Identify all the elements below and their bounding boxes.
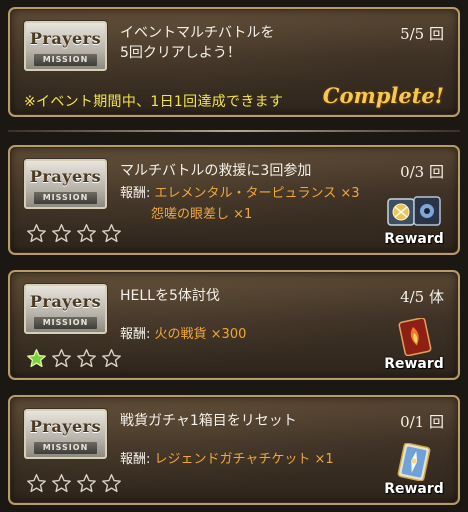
mission-card[interactable]: Prayers MISSION マルチバトルの救援に3回参加 0/3 回 報酬:…: [8, 145, 460, 255]
mission-card[interactable]: Prayers MISSION HELLを5体討伐 4/5 体 報酬: 火の戦貨…: [8, 270, 460, 380]
mission-badge: Prayers MISSION: [24, 284, 107, 334]
reward-item: 火の戦貨 ×300: [154, 327, 247, 342]
reward-button[interactable]: Reward: [382, 318, 446, 372]
reward-key: 報酬:: [120, 452, 151, 467]
complete-label: Complete!: [322, 83, 444, 108]
mission-list-screen: Prayers MISSION イベントマルチバトルを 5回クリアしよう！ 5/…: [0, 0, 468, 512]
reward-key: 報酬:: [120, 186, 151, 201]
star-empty-icon: [27, 224, 46, 243]
star-empty-icon: [77, 474, 96, 493]
mission-progress: 4/5 体: [400, 288, 444, 306]
star-empty-icon: [102, 349, 121, 368]
mission-title: イベントマルチバトルを 5回クリアしよう！: [120, 23, 370, 63]
element-orb-icon: [387, 196, 441, 226]
mission-badge: Prayers MISSION: [24, 159, 107, 209]
reward-line: 報酬: エレメンタル・ターピュランス ×3: [120, 185, 360, 203]
star-empty-icon: [77, 224, 96, 243]
badge-sub: MISSION: [34, 192, 97, 204]
star-empty-icon: [77, 349, 96, 368]
star-empty-icon: [52, 224, 71, 243]
mission-title: 戦貨ガチャ1箱目をリセット: [120, 413, 297, 429]
reward-item: エレメンタル・ターピュランス ×3: [154, 186, 360, 201]
reward-key: 報酬:: [120, 327, 151, 342]
gacha-ticket-icon: [397, 443, 431, 481]
star-empty-icon: [52, 349, 71, 368]
badge-sub: MISSION: [34, 317, 97, 329]
reward-line: 報酬: 火の戦貨 ×300: [120, 326, 246, 344]
reward-item: レジェンドガチャチケット ×1: [154, 452, 334, 467]
mission-title-line1: イベントマルチバトルを: [120, 25, 275, 41]
reward-label: Reward: [384, 231, 444, 247]
badge-sub: MISSION: [34, 54, 97, 66]
star-empty-icon: [27, 474, 46, 493]
mission-title: マルチバトルの救援に3回参加: [120, 163, 312, 179]
mission-title-line2: 5回クリアしよう！: [120, 45, 241, 61]
difficulty-stars: [26, 223, 122, 244]
star-empty-icon: [102, 224, 121, 243]
badge-title: Prayers: [29, 167, 102, 186]
star-empty-icon: [52, 474, 71, 493]
badge-title: Prayers: [29, 417, 102, 436]
mission-card-event-multi[interactable]: Prayers MISSION イベントマルチバトルを 5回クリアしよう！ 5/…: [8, 7, 460, 117]
mission-badge: Prayers MISSION: [24, 409, 107, 459]
badge-sub: MISSION: [34, 442, 97, 454]
mission-progress: 0/1 回: [400, 413, 444, 431]
reward-line: 報酬: レジェンドガチャチケット ×1: [120, 451, 334, 469]
reward-item-2: 怨嗟の眼差し ×1: [151, 207, 253, 222]
reward-label: Reward: [384, 481, 444, 497]
star-filled-icon: [27, 349, 46, 368]
mission-progress: 0/3 回: [400, 163, 444, 181]
difficulty-stars: [26, 348, 122, 369]
reward-label: Reward: [384, 356, 444, 372]
fire-coin-icon: [398, 318, 432, 356]
badge-title: Prayers: [29, 292, 102, 311]
reward-button[interactable]: Reward: [382, 443, 446, 497]
star-empty-icon: [102, 474, 121, 493]
badge-title: Prayers: [29, 29, 102, 48]
mission-badge: Prayers MISSION: [24, 21, 107, 71]
mission-progress: 5/5 回: [400, 25, 444, 43]
mission-note: ※イベント期間中、1日1回達成できます: [24, 94, 284, 110]
section-divider: [8, 130, 460, 132]
difficulty-stars: [26, 473, 122, 494]
mission-title: HELLを5体討伐: [120, 288, 220, 304]
mission-card[interactable]: Prayers MISSION 戦貨ガチャ1箱目をリセット 0/1 回 報酬: …: [8, 395, 460, 505]
reward-button[interactable]: Reward: [382, 193, 446, 247]
